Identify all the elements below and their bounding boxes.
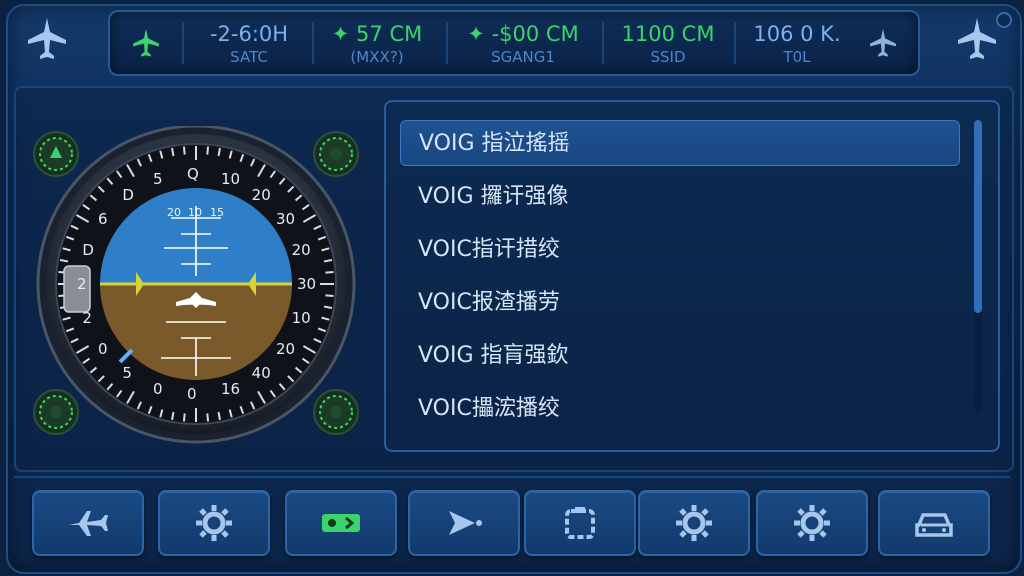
scroll-thumb[interactable] <box>974 120 982 313</box>
dial-number: 10 <box>291 308 311 327</box>
dial-tick <box>323 305 333 309</box>
list-item[interactable]: VOIC报渣播劳 <box>400 280 960 326</box>
dial-tick <box>325 294 334 298</box>
dial-number: 5 <box>153 170 163 189</box>
dial-number: D <box>82 241 94 259</box>
airplane-button[interactable] <box>32 490 144 556</box>
status-marker: ✦ <box>331 22 350 46</box>
airplane-icon <box>128 26 164 60</box>
status-value: 1100 CM <box>621 22 715 46</box>
dial-tick <box>206 146 210 155</box>
power-knob[interactable] <box>996 12 1012 28</box>
dial-tick <box>182 413 186 422</box>
inner-label: 10 <box>188 206 202 219</box>
voice-list-panel: VOIG 指泣搖摇 VOIG 攞讦强像 VOIC指讦措绞 VOIC报渣播劳 VO… <box>384 100 1000 452</box>
dial-number: 20 <box>275 339 296 358</box>
divider <box>446 22 448 64</box>
gear-icon <box>794 505 830 541</box>
car-button[interactable] <box>878 490 990 556</box>
dial-tick <box>171 147 175 157</box>
airplane-icon[interactable] <box>22 14 72 64</box>
status-value: 106 0 K. <box>753 22 841 46</box>
divider <box>182 22 184 64</box>
list-item[interactable]: VOIG 指肓强欽 <box>400 333 960 379</box>
divider <box>602 22 604 64</box>
dial-number: 5 <box>122 363 132 382</box>
airplane-icon <box>69 511 108 536</box>
list-scrollbar[interactable] <box>974 120 982 412</box>
status-label: SSID <box>650 48 686 66</box>
status-cell-satc: -2-6:0H SATC <box>194 12 304 74</box>
airplane-icon[interactable] <box>952 14 1002 64</box>
list-item[interactable]: VOIG 攞讦强像 <box>400 174 960 220</box>
divider <box>734 22 736 64</box>
dial-tick <box>59 259 69 263</box>
status-value: 57 CM <box>356 22 423 46</box>
dial-number: 6 <box>98 210 108 229</box>
engine-button[interactable] <box>524 490 636 556</box>
dial-number: 0 <box>153 379 163 398</box>
gear-icon <box>196 505 232 541</box>
dial-number: 20 <box>291 241 311 259</box>
list-item[interactable]: VOIC指讦措绞 <box>400 227 960 273</box>
status-value: -$00 CM <box>491 22 579 46</box>
nav-indicator-knob[interactable] <box>32 130 80 178</box>
dial-tick <box>325 270 334 274</box>
gear-icon <box>676 505 712 541</box>
airplane-icon <box>866 26 900 60</box>
arrow-play-icon <box>449 511 482 535</box>
dial-tick <box>217 411 221 421</box>
dial-number: 2 <box>77 275 87 293</box>
dial-number: D <box>122 186 134 204</box>
list-item[interactable]: VOIG 指泣搖摇 <box>400 120 960 166</box>
status-label: T0L <box>783 48 811 66</box>
settings-button[interactable] <box>638 490 750 556</box>
car-icon <box>915 513 953 537</box>
dial-number: 20 <box>251 186 271 204</box>
status-cell-tol: 106 0 K. T0L <box>742 12 852 74</box>
settings-button[interactable] <box>756 490 868 556</box>
dial-tick <box>206 413 210 422</box>
dial-number: 40 <box>251 363 271 382</box>
status-label: SATC <box>230 48 268 66</box>
status-label: SGANG1 <box>491 48 555 66</box>
inner-label: 15 <box>210 206 224 219</box>
dial-tick <box>217 147 221 157</box>
dial-number: 2 <box>82 308 92 327</box>
dial-tick <box>323 259 333 263</box>
status-marker: ✦ <box>467 22 485 46</box>
status-cell-ssid: 1100 CM SSID <box>612 12 724 74</box>
status-label: (MXX?) <box>350 48 404 66</box>
dial-number: 16 <box>220 379 241 398</box>
dial-number: 30 <box>297 275 317 293</box>
engine-icon <box>565 507 595 539</box>
status-value: -2-6:0H <box>209 22 289 46</box>
dial-tick <box>182 146 186 155</box>
status-knob[interactable] <box>32 388 80 436</box>
dial-number: 0 <box>187 385 197 403</box>
play-arrow-button[interactable] <box>408 490 520 556</box>
dial-number: 0 <box>98 339 108 358</box>
dial-tick <box>171 411 175 421</box>
status-knob[interactable] <box>312 130 360 178</box>
status-cell-mxx: ✦ 57 CM (MXX?) <box>322 12 432 74</box>
inner-label: 20 <box>167 206 181 219</box>
status-cell-sgang: ✦ -$00 CM SGANG1 <box>456 12 590 74</box>
list-item[interactable]: VOIC攂浤播绞 <box>400 386 960 432</box>
dial-number: 30 <box>275 210 296 229</box>
status-bar: -2-6:0H SATC ✦ 57 CM (MXX?) ✦ -$00 CM SG… <box>108 10 920 76</box>
dial-number: Q <box>187 165 199 183</box>
divider <box>312 22 314 64</box>
toggle-button[interactable] <box>285 490 397 556</box>
settings-button[interactable] <box>158 490 270 556</box>
status-knob[interactable] <box>312 388 360 436</box>
toggle-icon <box>322 514 360 532</box>
dial-number: 10 <box>220 170 241 189</box>
